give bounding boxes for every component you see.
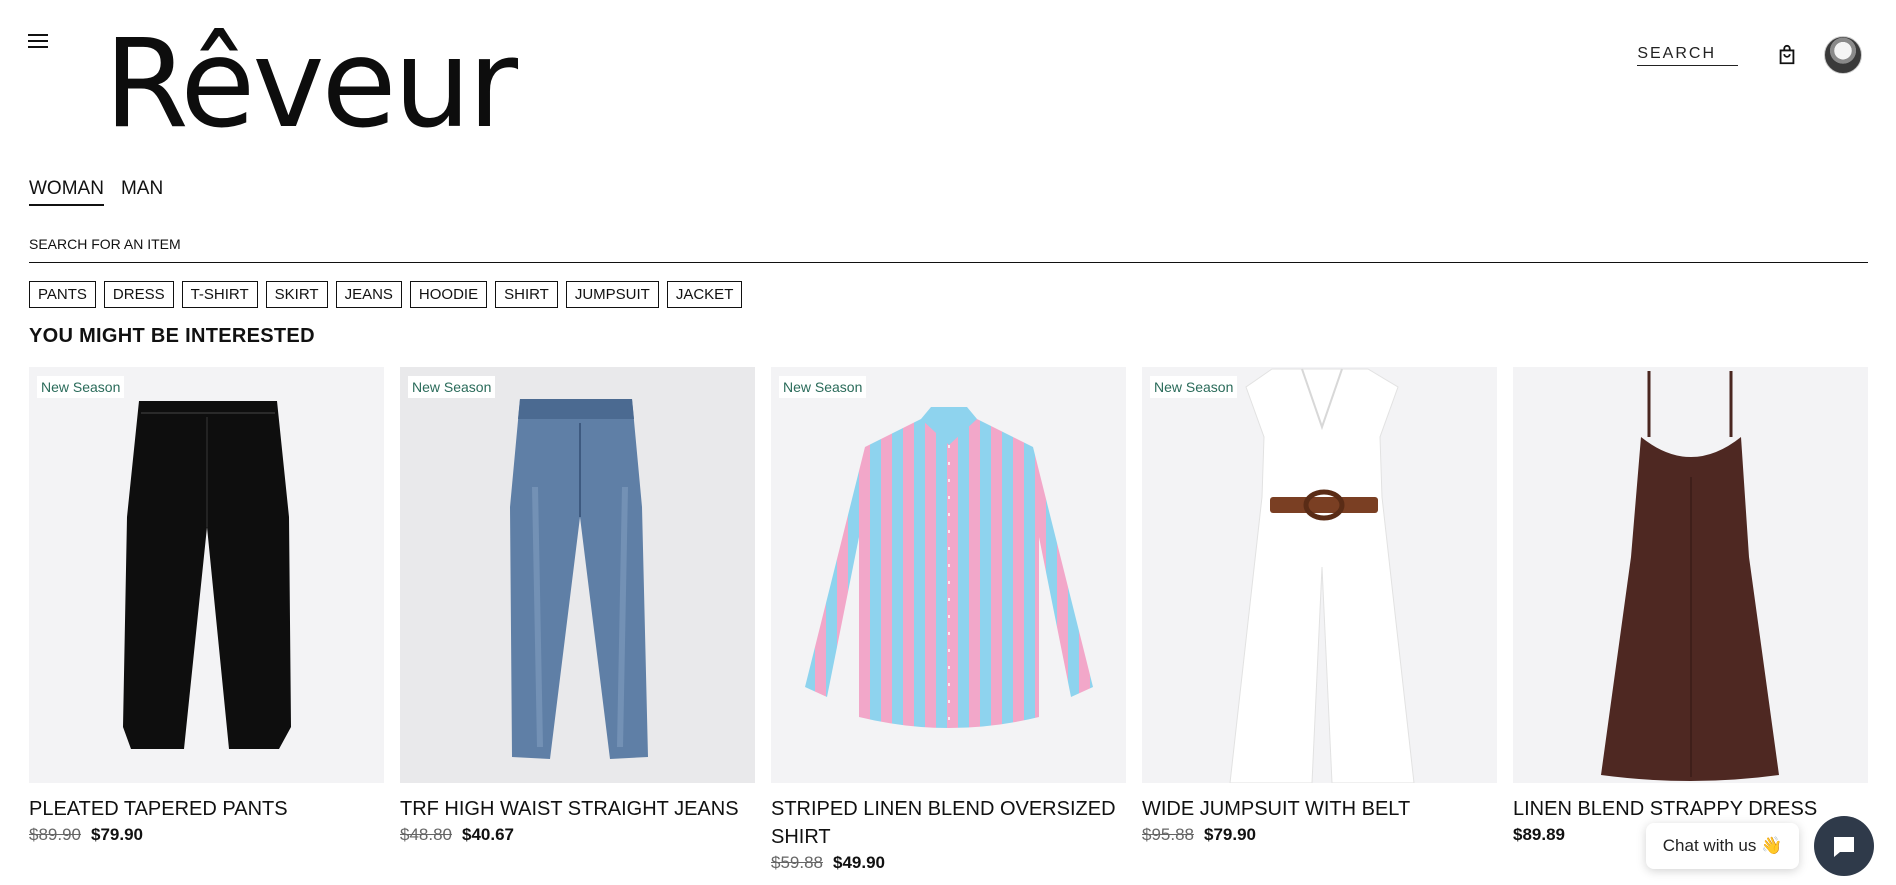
chat-prompt[interactable]: Chat with us 👋 [1646,823,1799,869]
search-input[interactable] [29,234,1868,263]
product-name[interactable]: WIDE JUMPSUIT WITH BELT [1142,795,1497,823]
jumpsuit-illustration [1229,368,1415,783]
category-chip-dress[interactable]: DRESS [103,281,174,308]
product-grid: New Season PLEATED TAPERED PANTS $89.90 $… [29,367,1868,873]
shopping-bag-icon[interactable] [1776,44,1798,66]
menu-icon[interactable] [28,34,52,52]
dress-illustration [1601,371,1779,781]
user-avatar[interactable] [1824,36,1862,74]
product-image[interactable] [1513,367,1868,783]
tab-woman[interactable]: WOMAN [29,178,104,206]
product-card[interactable]: LINEN BLEND STRAPPY DRESS $89.89 [1513,367,1868,873]
section-title: YOU MIGHT BE INTERESTED [29,325,315,347]
sale-price: $79.90 [1204,825,1256,844]
product-card[interactable]: New Season STRIPED LINEN BLEND OVERSIZED… [771,367,1126,873]
brand-logo[interactable]: Rêveur [104,14,518,154]
header-actions: SEARCH [1637,36,1862,74]
sale-price: $79.90 [91,825,143,844]
new-season-badge: New Season [779,376,867,398]
category-chip-skirt[interactable]: SKIRT [265,281,328,308]
chat-launcher-button[interactable] [1814,816,1874,876]
product-image[interactable]: New Season [1142,367,1497,783]
product-name[interactable]: LINEN BLEND STRAPPY DRESS [1513,795,1868,823]
product-image[interactable]: New Season [771,367,1126,783]
product-price: $89.90 $79.90 [29,825,384,845]
search-link[interactable]: SEARCH [1637,45,1738,66]
product-name[interactable]: TRF HIGH WAIST STRAIGHT JEANS [400,795,755,823]
pants-illustration [123,401,291,749]
original-price: $89.90 [29,825,81,844]
product-card[interactable]: New Season WIDE JUMPSUIT WITH BELT $95.8… [1142,367,1497,873]
sale-price: $49.90 [833,853,885,872]
original-price: $59.88 [771,853,823,872]
sale-price: $40.67 [462,825,514,844]
category-chip-hoodie[interactable]: HOODIE [409,281,488,308]
original-price: $95.88 [1142,825,1194,844]
product-card[interactable]: New Season PLEATED TAPERED PANTS $89.90 $… [29,367,384,873]
category-chip-tshirt[interactable]: T-SHIRT [181,281,258,308]
product-price: $48.80 $40.67 [400,825,755,845]
product-card[interactable]: New Season TRF HIGH WAIST STRAIGHT JEANS… [400,367,755,873]
new-season-badge: New Season [408,376,496,398]
product-price: $59.88 $49.90 [771,853,1126,873]
product-name[interactable]: PLEATED TAPERED PANTS [29,795,384,823]
category-filters: PANTS DRESS T-SHIRT SKIRT JEANS HOODIE S… [29,281,750,308]
category-chip-jacket[interactable]: JACKET [666,281,743,308]
jeans-illustration [510,399,648,759]
shirt-illustration [805,407,1093,728]
product-price: $95.88 $79.90 [1142,825,1497,845]
product-image[interactable]: New Season [400,367,755,783]
new-season-badge: New Season [37,376,125,398]
chat-bubble-icon [1834,837,1854,857]
category-chip-pants[interactable]: PANTS [29,281,96,308]
product-image[interactable]: New Season [29,367,384,783]
product-name[interactable]: STRIPED LINEN BLEND OVERSIZED SHIRT [771,795,1126,851]
original-price: $48.80 [400,825,452,844]
gender-tabs: WOMAN MAN [29,178,180,206]
category-chip-jeans[interactable]: JEANS [335,281,402,308]
tab-man[interactable]: MAN [121,178,163,206]
category-chip-jumpsuit[interactable]: JUMPSUIT [565,281,659,308]
category-chip-shirt[interactable]: SHIRT [495,281,558,308]
price: $89.89 [1513,825,1565,844]
new-season-badge: New Season [1150,376,1238,398]
